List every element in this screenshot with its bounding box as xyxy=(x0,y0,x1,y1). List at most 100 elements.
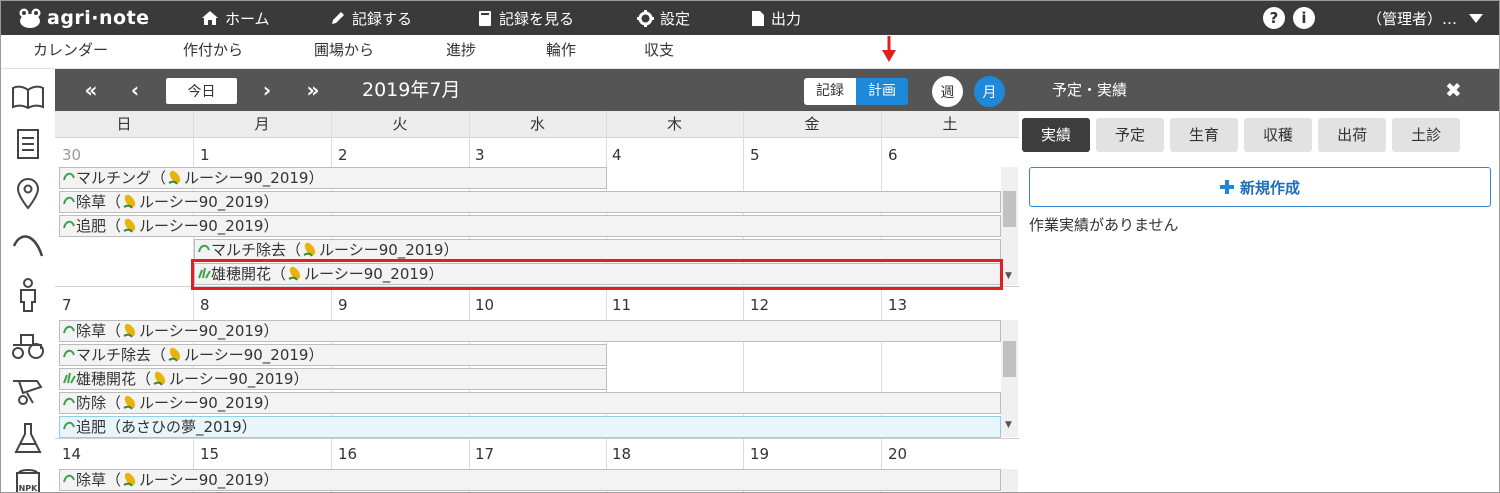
panel-tabs: 実績 予定 生育 収穫 出荷 土診 xyxy=(1022,118,1461,152)
svg-text:NPK: NPK xyxy=(19,484,39,493)
scroll-down-icon[interactable]: ▼ xyxy=(1005,420,1012,430)
event-bar[interactable]: マルチ除去（ ルーシー90_2019） xyxy=(59,344,607,366)
date-cell[interactable]: 13 xyxy=(888,296,907,314)
date-cell[interactable]: 12 xyxy=(750,296,769,314)
next-month-button[interactable]: › xyxy=(257,69,277,111)
nav-view-records[interactable]: 記録を見る xyxy=(477,1,574,35)
sidebar-book[interactable] xyxy=(11,80,45,114)
subnav-rotation[interactable]: 輪作 xyxy=(546,35,576,69)
app-name: agri·note xyxy=(47,7,150,29)
today-button[interactable]: 今日 xyxy=(166,78,237,104)
date-cell[interactable]: 30 xyxy=(62,146,81,164)
close-icon[interactable]: ✖ xyxy=(1445,69,1462,111)
sidebar-map[interactable] xyxy=(11,177,45,211)
event-task: 追肥（ xyxy=(76,217,122,235)
plus-icon xyxy=(1219,180,1234,194)
subnav-by-crop[interactable]: 作付から xyxy=(183,35,243,69)
empty-message: 作業実績がありません xyxy=(1029,216,1179,234)
date-cell[interactable]: 19 xyxy=(750,445,769,463)
event-bar[interactable]: 雄穂開花（ ルーシー90_2019） xyxy=(59,368,607,390)
info-icon[interactable]: i xyxy=(1293,7,1315,29)
prev-month-button[interactable]: ‹ xyxy=(125,69,145,111)
date-cell[interactable]: 20 xyxy=(888,445,907,463)
date-cell[interactable]: 9 xyxy=(338,296,348,314)
user-menu[interactable]: （管理者）… xyxy=(1367,1,1484,35)
nav-record-label: 記録する xyxy=(352,9,413,28)
nav-settings[interactable]: 設定 xyxy=(637,1,690,35)
date-cell[interactable]: 6 xyxy=(888,146,898,164)
subnav-by-field[interactable]: 圃場から xyxy=(314,35,374,69)
event-crop: ルーシー90_2019） xyxy=(184,169,324,187)
date-cell[interactable]: 7 xyxy=(62,296,72,314)
app-logo[interactable]: agri·note xyxy=(19,5,150,31)
date-cell[interactable]: 17 xyxy=(475,445,494,463)
date-cell[interactable]: 15 xyxy=(200,445,219,463)
event-bar[interactable]: 除草（ ルーシー90_2019） xyxy=(59,320,1001,342)
prev-year-button[interactable]: « xyxy=(79,69,103,111)
event-bar[interactable]: 追肥（ ルーシー90_2019） xyxy=(59,215,1001,237)
tab-results[interactable]: 実績 xyxy=(1022,118,1091,152)
date-cell[interactable]: 10 xyxy=(475,296,494,314)
corn-icon xyxy=(303,242,316,257)
month-view-button[interactable]: 月 xyxy=(974,76,1005,107)
sidebar-notes[interactable] xyxy=(11,127,45,161)
event-bar[interactable]: 追肥（あさひの夢_2019） xyxy=(59,416,1001,438)
npk-bag-icon: NPK xyxy=(16,469,40,493)
tab-schedule[interactable]: 予定 xyxy=(1096,118,1165,152)
event-bar[interactable]: 除草（ ルーシー90_2019） xyxy=(59,191,1001,213)
weekday-thu: 木 xyxy=(666,115,682,133)
weekday-header: 日 月 火 水 木 金 土 xyxy=(55,111,1019,138)
event-bar[interactable]: 除草（ ルーシー90_2019） xyxy=(59,469,1001,491)
sprout-icon xyxy=(63,196,75,205)
corn-icon xyxy=(168,170,181,185)
date-cell[interactable]: 11 xyxy=(612,296,631,314)
event-bar[interactable]: 防除（ ルーシー90_2019） xyxy=(59,392,1001,414)
sidebar-tractor[interactable] xyxy=(11,328,45,362)
sidebar-lab[interactable] xyxy=(11,421,45,455)
event-crop: ルーシー90_2019） xyxy=(319,241,459,259)
nav-output[interactable]: 出力 xyxy=(751,1,801,35)
subnav-finance[interactable]: 収支 xyxy=(644,35,674,69)
plan-toggle-button[interactable]: 計画 xyxy=(856,78,908,105)
date-cell[interactable]: 4 xyxy=(612,146,622,164)
date-cell[interactable]: 18 xyxy=(612,445,631,463)
sidebar-wheelbarrow[interactable] xyxy=(11,374,45,408)
nav-home[interactable]: ホーム xyxy=(201,1,270,35)
sidebar-sickle[interactable] xyxy=(11,227,45,261)
scrollbar-thumb[interactable] xyxy=(1003,341,1016,377)
sidebar-fertilizer[interactable]: NPK xyxy=(11,465,45,493)
event-crop: ルーシー90_2019） xyxy=(169,370,309,388)
date-cell[interactable]: 3 xyxy=(475,146,485,164)
date-cell[interactable]: 1 xyxy=(200,146,210,164)
date-cell[interactable]: 5 xyxy=(750,146,760,164)
tab-harvest[interactable]: 収穫 xyxy=(1244,118,1313,152)
panel-title: 予定・実績 xyxy=(1052,81,1128,99)
sidebar-worker[interactable] xyxy=(11,278,45,312)
nav-record[interactable]: 記録する xyxy=(330,1,412,35)
week-divider xyxy=(55,438,1019,439)
subnav-progress[interactable]: 進捗 xyxy=(446,35,476,69)
subnav-calendar[interactable]: カレンダー xyxy=(33,35,108,69)
scrollbar-track[interactable] xyxy=(1001,469,1018,492)
event-bar[interactable]: マルチ除去（ ルーシー90_2019） xyxy=(194,239,1001,261)
scrollbar-thumb[interactable] xyxy=(1003,191,1016,227)
event-bar[interactable]: マルチング（ ルーシー90_2019） xyxy=(59,167,607,189)
event-crop: ルーシー90_2019） xyxy=(139,394,279,412)
tab-soil[interactable]: 土診 xyxy=(1392,118,1461,152)
date-cell[interactable]: 2 xyxy=(338,146,348,164)
scroll-down-icon[interactable]: ▼ xyxy=(1005,271,1012,281)
record-toggle-button[interactable]: 記録 xyxy=(804,78,856,105)
tab-shipment[interactable]: 出荷 xyxy=(1318,118,1387,152)
date-cell[interactable]: 8 xyxy=(200,296,210,314)
event-crop: ルーシー90_2019） xyxy=(139,471,279,489)
weekday-sun: 日 xyxy=(116,115,132,133)
pencil-icon xyxy=(332,12,344,24)
date-cell[interactable]: 16 xyxy=(338,445,357,463)
help-icon[interactable]: ? xyxy=(1263,7,1285,29)
next-year-button[interactable]: » xyxy=(301,69,325,111)
new-create-button[interactable]: 新規作成 xyxy=(1029,167,1491,207)
tab-growth[interactable]: 生育 xyxy=(1170,118,1239,152)
event-task: マルチ除去（ xyxy=(76,346,167,364)
date-cell[interactable]: 14 xyxy=(62,445,81,463)
week-view-button[interactable]: 週 xyxy=(932,76,963,107)
